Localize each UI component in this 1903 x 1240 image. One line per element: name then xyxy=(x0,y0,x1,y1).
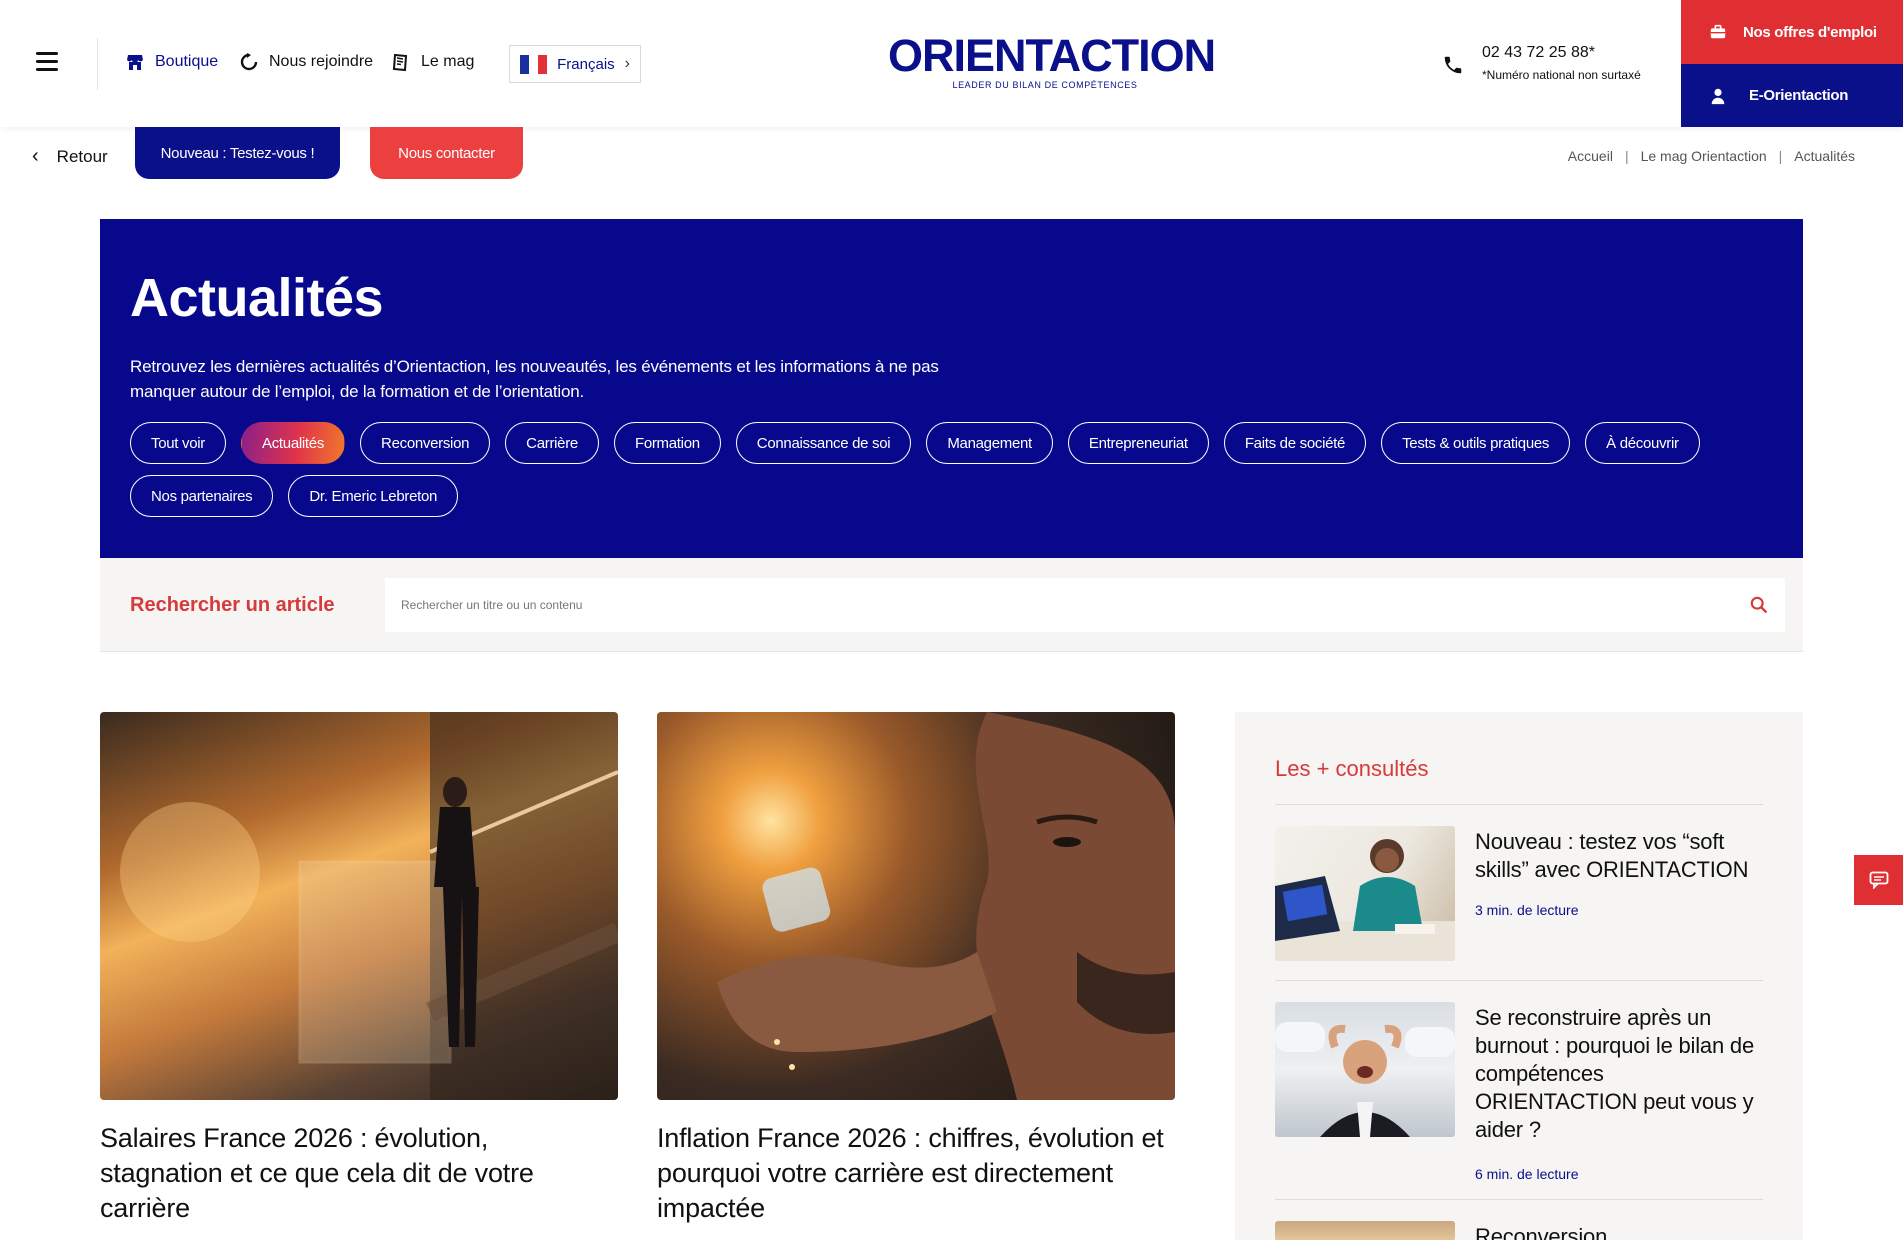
chip-formation[interactable]: Formation xyxy=(613,422,721,464)
breadcrumb-current: Actualités xyxy=(1794,148,1855,164)
phone-block[interactable]: 02 43 72 25 88* *Numéro national non sur… xyxy=(1442,44,1641,82)
menu-icon[interactable] xyxy=(36,52,64,74)
nav-label: Boutique xyxy=(155,53,219,70)
divider xyxy=(97,38,98,90)
search-icon[interactable] xyxy=(1750,596,1768,614)
article-illustration xyxy=(717,712,1175,1100)
nav-nous-rejoindre[interactable]: Nous rejoindre xyxy=(239,52,373,72)
chat-icon xyxy=(1869,871,1888,889)
article-title[interactable]: Inflation France 2026 : chiffres, évolut… xyxy=(657,1121,1175,1226)
most-read-sidebar: Les + consultés Nouveau : testez vos “so… xyxy=(1235,712,1803,1240)
divider xyxy=(1275,980,1763,981)
category-filters: Tout voir Actualités Reconversion Carriè… xyxy=(130,422,1770,517)
chip-management[interactable]: Management xyxy=(926,422,1053,464)
phone-note: *Numéro national non surtaxé xyxy=(1482,68,1641,82)
logo-wordmark: ORIENTACTION xyxy=(888,30,1216,81)
test-yourself-button[interactable]: Nouveau : Testez-vous ! xyxy=(135,127,340,179)
language-selector[interactable]: Français › xyxy=(509,45,641,83)
sidebar-item-title: Reconversion xyxy=(1475,1224,1608,1240)
chip-nos-partenaires[interactable]: Nos partenaires xyxy=(130,475,274,517)
site-header: Boutique Nous rejoindre Le mag Français … xyxy=(0,0,1903,127)
chevron-left-icon: ‹ xyxy=(32,145,39,167)
article-card[interactable]: Salaires France 2026 : évolution, stagna… xyxy=(100,712,618,1226)
chip-reconversion[interactable]: Reconversion xyxy=(360,422,491,464)
article-thumbnail[interactable] xyxy=(1275,826,1455,961)
france-flag-icon xyxy=(520,54,548,74)
nav-label: Nous rejoindre xyxy=(269,53,374,70)
breadcrumb: Accueil | Le mag Orientaction | Actualit… xyxy=(1568,148,1855,164)
refresh-icon xyxy=(240,53,258,71)
back-link[interactable]: ‹ Retour xyxy=(32,145,108,168)
contact-button[interactable]: Nous contacter xyxy=(370,127,523,179)
search-input[interactable] xyxy=(385,578,1785,632)
e-orientaction-label: E-Orientaction xyxy=(1749,87,1849,104)
page-title: Actualités xyxy=(130,268,384,328)
sidebar-item-meta: 3 min. de lecture xyxy=(1475,902,1579,918)
thumbnail-illustration xyxy=(1275,1022,1455,1137)
magazine-icon xyxy=(392,53,408,72)
breadcrumb-separator: | xyxy=(1624,148,1629,164)
article-search: Rechercher un article xyxy=(100,558,1803,652)
chip-tout-voir[interactable]: Tout voir xyxy=(130,422,226,464)
article-title[interactable]: Salaires France 2026 : évolution, stagna… xyxy=(100,1121,618,1226)
divider xyxy=(1275,804,1763,805)
list-item[interactable]: Nouveau : testez vos “soft skills” avec … xyxy=(1275,826,1763,961)
chip-entrepreneuriat[interactable]: Entrepreneuriat xyxy=(1067,422,1209,464)
back-label: Retour xyxy=(56,146,108,166)
chip-faits-de-societe[interactable]: Faits de société xyxy=(1223,422,1367,464)
chip-tests-outils[interactable]: Tests & outils pratiques xyxy=(1381,422,1571,464)
phone-number: 02 43 72 25 88* xyxy=(1482,44,1595,61)
site-logo[interactable]: ORIENTACTION LEADER DU BILAN DE COMPÉTEN… xyxy=(888,30,1216,90)
chip-dr-emeric-lebreton[interactable]: Dr. Emeric Lebreton xyxy=(288,475,459,517)
article-illustration xyxy=(120,712,618,1100)
search-label: Rechercher un article xyxy=(130,594,335,616)
sidebar-title: Les + consultés xyxy=(1275,756,1429,781)
nav-boutique[interactable]: Boutique xyxy=(125,52,218,72)
sidebar-item-title: Nouveau : testez vos “soft skills” avec … xyxy=(1475,829,1749,882)
breadcrumb-home[interactable]: Accueil xyxy=(1568,148,1613,164)
breadcrumb-separator: | xyxy=(1778,148,1783,164)
chip-a-decouvrir[interactable]: À découvrir xyxy=(1585,422,1700,464)
list-item[interactable]: Se reconstruire après un burnout : pourq… xyxy=(1275,1002,1763,1182)
user-icon xyxy=(1711,88,1725,104)
article-image[interactable] xyxy=(657,712,1175,1100)
phone-icon xyxy=(1444,56,1462,74)
chevron-right-icon: › xyxy=(624,55,630,72)
language-label: Français xyxy=(557,55,615,73)
chip-actualites[interactable]: Actualités xyxy=(241,422,346,464)
logo-tagline: LEADER DU BILAN DE COMPÉTENCES xyxy=(952,80,1138,90)
hero-banner: Actualités Retrouvez les dernières actua… xyxy=(100,219,1803,558)
e-orientaction-button[interactable]: E-Orientaction xyxy=(1681,64,1903,127)
briefcase-icon xyxy=(1710,24,1726,39)
chat-button[interactable] xyxy=(1854,855,1903,905)
sidebar-item-title: Se reconstruire après un burnout : pourq… xyxy=(1475,1005,1754,1142)
thumbnail-illustration xyxy=(1275,839,1455,961)
breadcrumb-mag[interactable]: Le mag Orientaction xyxy=(1641,148,1767,164)
sidebar-item-meta: 6 min. de lecture xyxy=(1475,1166,1579,1182)
article-thumbnail[interactable] xyxy=(1275,1221,1455,1240)
job-offers-label: Nos offres d'emploi xyxy=(1743,23,1877,41)
list-item[interactable]: Reconversion xyxy=(1275,1221,1763,1240)
shop-icon xyxy=(127,55,143,70)
nav-label: Le mag xyxy=(421,53,475,70)
job-offers-button[interactable]: Nos offres d'emploi xyxy=(1681,0,1903,64)
nav-le-mag[interactable]: Le mag xyxy=(391,52,474,72)
article-image[interactable] xyxy=(100,712,618,1100)
page-description: Retrouvez les dernières actualités d’Ori… xyxy=(130,357,939,401)
chip-connaissance-de-soi[interactable]: Connaissance de soi xyxy=(735,422,912,464)
chip-carriere[interactable]: Carrière xyxy=(505,422,599,464)
divider xyxy=(1275,1199,1763,1200)
article-thumbnail[interactable] xyxy=(1275,1002,1455,1137)
article-card[interactable]: Inflation France 2026 : chiffres, évolut… xyxy=(657,712,1175,1226)
